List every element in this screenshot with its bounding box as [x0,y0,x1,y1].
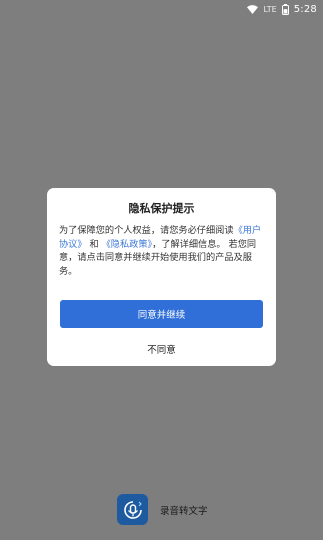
disagree-button[interactable]: 不同意 [47,342,276,356]
battery-icon [281,3,289,15]
dialog-body: 为了保障您的个人权益，请您务必仔细阅读《用户协议》 和 《隐私政策》，了解详细信… [59,224,264,278]
wifi-icon [247,4,259,14]
privacy-policy-link[interactable]: 《隐私政策》 [102,239,153,250]
status-icons: LTE 5:28 [247,3,317,15]
dialog-title: 隐私保护提示 [128,202,195,215]
signal-label: LTE [263,4,277,14]
clock: 5:28 [293,3,317,15]
privacy-dialog: 隐私保护提示 为了保障您的个人权益，请您务必仔细阅读《用户协议》 和 《隐私政策… [47,188,276,366]
body-text-and: 和 [89,238,99,250]
agree-continue-button[interactable]: 同意并继续 [60,300,263,328]
status-bar: LTE 5:28 [0,0,323,18]
microphone-logo-icon [117,494,148,525]
app-name: 录音转文字 [160,506,208,517]
body-text-intro: 为了保障您的个人权益，请您务必仔细阅读 [59,225,234,236]
